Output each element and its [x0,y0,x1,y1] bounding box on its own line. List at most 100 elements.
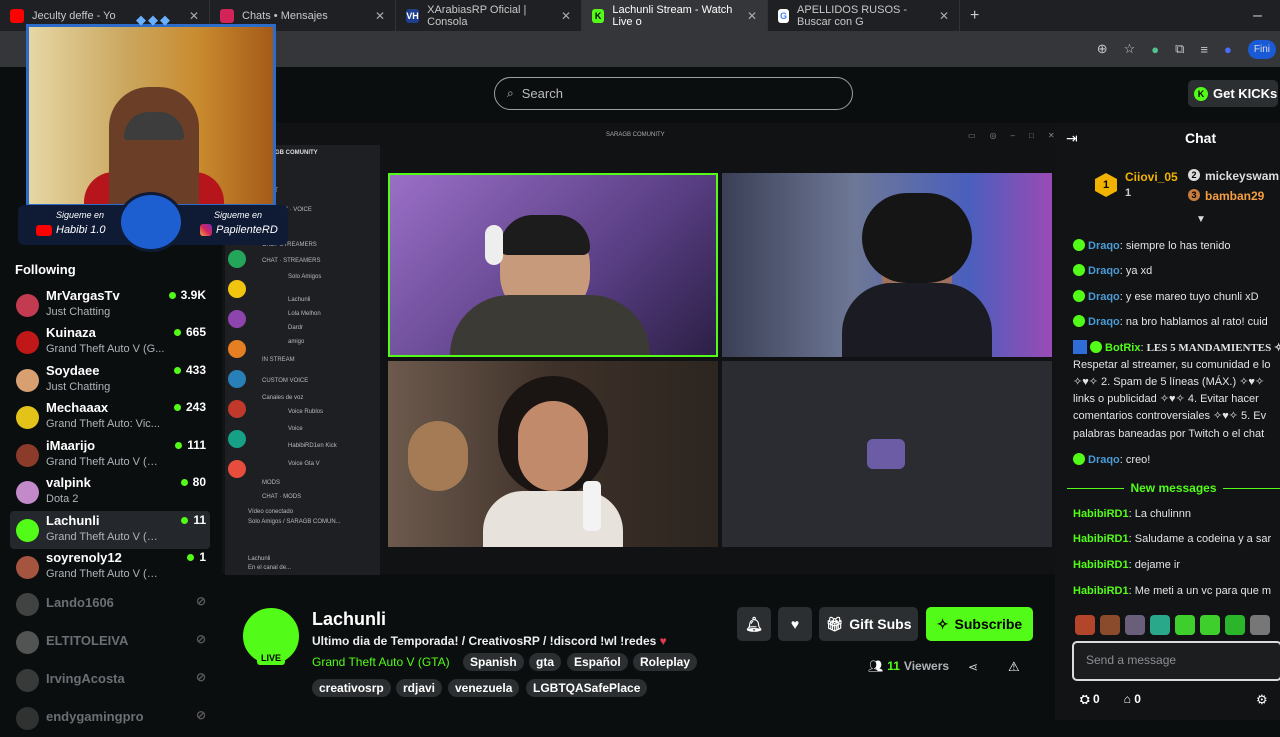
kicks-icon: ⛭ [1080,692,1090,706]
avatar [16,331,39,354]
channel-name: endygamingpro [46,709,144,724]
browser-tab-4[interactable]: K Lachunli Stream - Watch Live o ✕ [582,0,768,31]
live-dot-icon [187,553,195,561]
emote[interactable] [1125,615,1145,635]
gift-icon: 🎁︎ [825,615,844,632]
discord-channel-label: MODS [262,480,280,486]
sidebar-channel-item[interactable]: IrvingAcosta ⊘ [10,661,210,699]
profile-icon[interactable]: ● [1224,42,1232,57]
gifter-2[interactable]: 2 mickeyswam [1188,169,1279,183]
emote[interactable] [1225,615,1245,635]
sidebar-channel-item[interactable]: Soydaee Just Chatting 433 [10,361,210,399]
sidebar-channel-item[interactable]: soyrenoly12 Grand Theft Auto V (GTA) 1 [10,548,210,586]
tag[interactable]: creativosrp [312,679,391,697]
minimize-button[interactable]: – [1253,7,1262,25]
close-tab-icon[interactable]: ✕ [375,9,385,23]
channel-name: soyrenoly12 [46,550,122,565]
gift-subs-button[interactable]: 🎁︎ Gift Subs [819,607,918,641]
tag[interactable]: venezuela [448,679,520,697]
tag[interactable]: rdjavi [396,679,443,697]
emote[interactable] [1175,615,1195,635]
chat-message-input[interactable]: Send a message [1072,641,1280,681]
gear-icon[interactable]: ⚙ [1256,692,1268,708]
kicks-counter[interactable]: ⛭ 0 [1080,692,1100,707]
gifter-name[interactable]: Ciiovi_05 [1125,170,1178,184]
video-tile-streamer-1 [388,173,718,357]
zoom-icon[interactable]: ⊕ [1097,41,1108,57]
stream-category[interactable]: Grand Theft Auto V (GTA) [312,655,450,669]
channel-name: valpink [46,475,91,490]
sidebar-channel-item[interactable]: Kuinaza Grand Theft Auto V (G... 665 [10,323,210,361]
new-tab-button[interactable]: + [970,7,979,25]
share-icon[interactable]: ⋖ [968,660,978,674]
sidebar-channel-item[interactable]: valpink Dota 2 80 [10,473,210,511]
server-icon [228,280,246,298]
emote[interactable] [1200,615,1220,635]
puzzle-icon[interactable]: ⧉ [1175,41,1184,57]
sidebar-channel-item[interactable]: endygamingpro ⊘ [10,699,210,737]
store-icon: ⌂ [1123,692,1131,706]
browser-tab-5[interactable]: G APELLIDOS RUSOS - Buscar con G ✕ [768,0,960,31]
tag[interactable]: LGBTQASafePlace [526,679,648,697]
emote[interactable] [1250,615,1270,635]
gifter-3[interactable]: 3 bamban29 [1188,189,1264,203]
chat-message-line: palabras baneadas por Twitch o el chat [1073,428,1265,440]
tag[interactable]: Roleplay [633,653,698,671]
live-dot-icon [173,366,181,374]
kick-icon: K [592,8,605,23]
follow-heart-button[interactable]: ♥ [778,607,812,641]
tab-label: Lachunli Stream - Watch Live o [612,3,733,28]
server-icon [228,340,246,358]
search-placeholder: Search [521,86,563,101]
sidebar-channel-item[interactable]: Lando1606 ⊘ [10,585,210,623]
viewer-count: 3.9K [168,288,206,302]
emote[interactable] [1075,615,1095,635]
viewer-count: 433 [173,363,206,377]
tag[interactable]: Spanish [463,653,524,671]
discord-channel-label: Lachunli [288,297,311,303]
emote[interactable] [1100,615,1120,635]
tag[interactable]: Español [567,653,628,671]
emote[interactable] [1150,615,1170,635]
store-counter[interactable]: ⌂ 0 [1124,692,1141,707]
chevron-down-icon[interactable]: ▼ [1196,214,1206,225]
channel-name[interactable]: Lachunli [312,609,386,630]
get-kicks-button[interactable]: K Get KICKs [1188,80,1278,107]
live-dot-icon [175,441,183,449]
close-tab-icon[interactable]: ✕ [939,9,949,23]
sidebar-channel-item[interactable]: Mechaaax Grand Theft Auto: Vic... 243 [10,398,210,436]
media-icon[interactable]: ≡ [1200,42,1208,57]
sidebar-channel-item[interactable]: iMaarijo Grand Theft Auto V (GTA) 111 [10,436,210,474]
avatar [16,481,39,504]
close-tab-icon[interactable]: ✕ [561,9,571,23]
live-dot-icon [173,403,181,411]
collapse-chat-icon[interactable]: ⇥ [1066,130,1078,147]
sidebar-channel-item[interactable]: ELTITOLEIVA ⊘ [10,623,210,661]
bookmark-star-icon[interactable]: ☆ [1124,41,1136,57]
notification-bell-button[interactable]: 🔔︎ [737,607,771,641]
chat-message: Draqo: creo! [1073,452,1280,469]
profile-button[interactable]: Fini [1247,39,1276,59]
avatar [16,593,39,616]
chat-title: Chat [1185,130,1217,146]
emote-bar [1075,615,1270,635]
webcam-overlay: ◆◆◆ Siguеme en Habibi 1.0 Siguеme en Pap… [18,12,288,252]
channel-category: Grand Theft Auto V (GTA) [46,456,166,468]
browser-tab-3[interactable]: VH XArabiasRP Oficial | Consola ✕ [396,0,582,31]
extension-icon[interactable]: ● [1151,42,1159,57]
sidebar-channel-item[interactable]: Lachunli Grand Theft Auto V (GTA) 11 [10,511,210,549]
close-tab-icon[interactable]: ✕ [747,9,757,23]
report-warning-icon[interactable]: ⚠ [1008,659,1020,675]
subscribe-button[interactable]: ✧ Subscribe [926,607,1033,641]
channel-category: Dota 2 [46,493,79,505]
chat-message: HabibiRD1: Saludame a codeina y a sar [1073,533,1272,545]
chat-message: Draqo: y ese mareo tuyo chunli xD [1073,289,1280,306]
discord-channel-label: Lachunli [248,556,271,562]
viewer-count: 80 [180,475,206,489]
sidebar-channel-item[interactable]: MrVargasTv Just Chatting 3.9K [10,286,210,324]
tag[interactable]: gta [529,653,561,671]
search-input[interactable]: ⌕ Search [494,77,853,110]
chat-message: Draqo: ya xd [1073,263,1280,280]
cartoon-avatar [118,192,184,252]
video-window-controls: ▭ ◎ – □ ✕ [968,131,1055,140]
